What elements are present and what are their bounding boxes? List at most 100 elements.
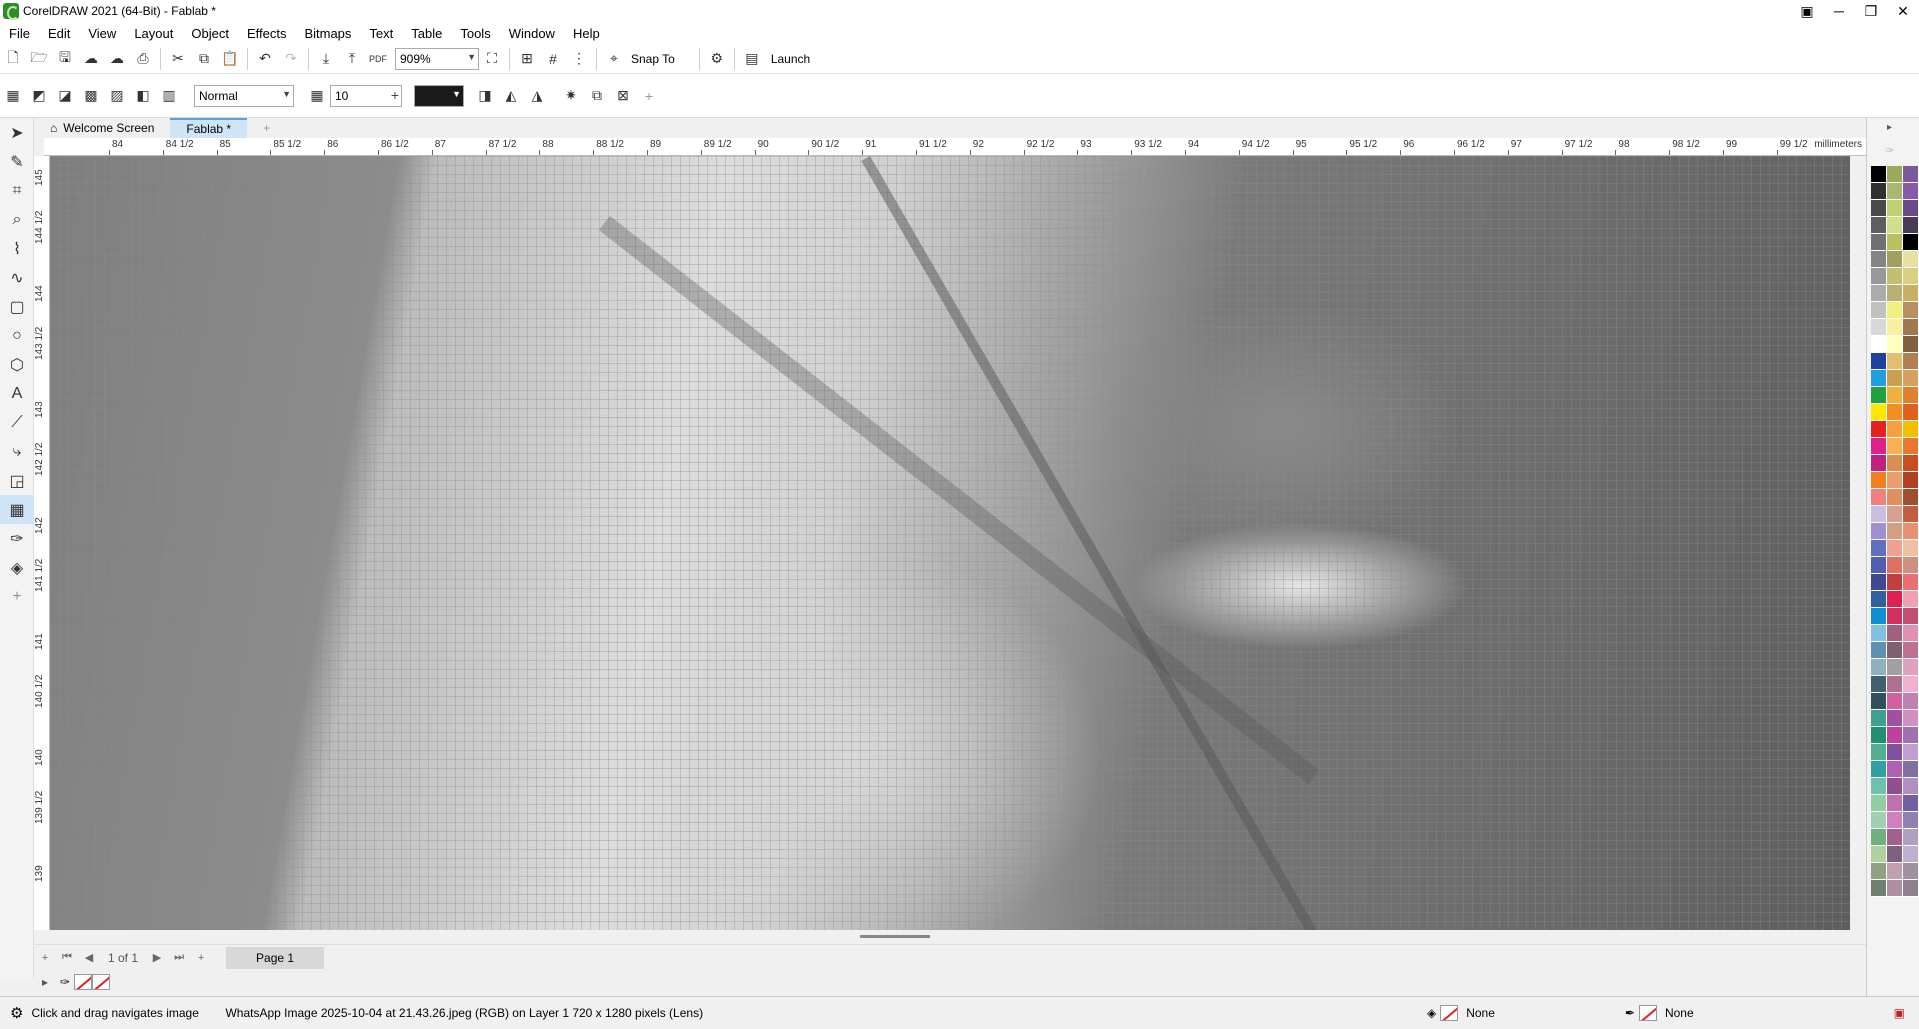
menu-bitmaps[interactable]: Bitmaps	[295, 26, 360, 41]
color-swatch[interactable]	[1903, 200, 1919, 217]
color-swatch[interactable]	[1871, 285, 1887, 302]
color-swatch[interactable]	[1887, 387, 1903, 404]
palette-eyedropper-icon[interactable]: ✑	[1885, 144, 1894, 157]
color-swatch[interactable]	[1903, 523, 1919, 540]
color-swatch[interactable]	[1887, 506, 1903, 523]
color-swatch[interactable]	[1871, 336, 1887, 353]
color-swatch[interactable]	[1903, 659, 1919, 676]
color-swatch[interactable]	[1887, 166, 1903, 183]
text-tool-icon[interactable]: A	[0, 379, 34, 408]
color-swatch[interactable]	[1887, 761, 1903, 778]
color-swatch[interactable]	[1871, 302, 1887, 319]
minimize-button[interactable]: ─	[1823, 0, 1855, 22]
new-document-icon[interactable]: 🗋	[0, 47, 26, 71]
color-swatch[interactable]	[1871, 829, 1887, 846]
color-swatch[interactable]	[1887, 251, 1903, 268]
color-swatch[interactable]	[1903, 353, 1919, 370]
color-swatch[interactable]	[1887, 676, 1903, 693]
color-swatch[interactable]	[1887, 659, 1903, 676]
color-swatch[interactable]	[1887, 744, 1903, 761]
color-swatch[interactable]	[1903, 744, 1919, 761]
color-swatch[interactable]	[1871, 540, 1887, 557]
color-swatch[interactable]	[1903, 880, 1919, 897]
color-swatch[interactable]	[1871, 506, 1887, 523]
color-swatch[interactable]	[1903, 234, 1919, 251]
color-swatch[interactable]	[1871, 200, 1887, 217]
color-swatch[interactable]	[1871, 625, 1887, 642]
color-swatch[interactable]	[1887, 489, 1903, 506]
menu-help[interactable]: Help	[564, 26, 609, 41]
color-swatch[interactable]	[1887, 625, 1903, 642]
color-swatch[interactable]	[1903, 251, 1919, 268]
color-swatch[interactable]	[1903, 608, 1919, 625]
color-swatch[interactable]	[1871, 557, 1887, 574]
fill-none-swatch[interactable]	[1440, 1005, 1459, 1021]
color-swatch[interactable]	[1903, 455, 1919, 472]
eyedropper-tool-icon[interactable]: ✑	[0, 524, 34, 553]
color-swatch[interactable]	[1887, 455, 1903, 472]
color-swatch[interactable]	[1887, 574, 1903, 591]
color-swatch[interactable]	[1903, 829, 1919, 846]
no-color-swatch[interactable]	[74, 974, 93, 990]
palette-options-icon[interactable]: ▸	[1887, 122, 1892, 133]
color-swatch[interactable]	[1871, 455, 1887, 472]
rulers-icon[interactable]: ⊞	[514, 47, 540, 71]
color-swatch[interactable]	[1903, 336, 1919, 353]
color-swatch[interactable]	[1903, 710, 1919, 727]
color-swatch[interactable]	[1887, 183, 1903, 200]
menu-layout[interactable]: Layout	[125, 26, 182, 41]
color-swatch[interactable]	[1903, 506, 1919, 523]
color-swatch[interactable]	[1903, 183, 1919, 200]
color-swatch[interactable]	[1903, 727, 1919, 744]
color-swatch[interactable]	[1903, 268, 1919, 285]
color-swatch[interactable]	[1871, 268, 1887, 285]
print-icon[interactable]: ⎙	[130, 47, 156, 71]
transparency-texture-icon[interactable]: ▥	[156, 84, 182, 108]
add-page-end-button[interactable]: +	[190, 952, 212, 964]
eyedropper-icon[interactable]: ✑	[56, 975, 74, 989]
horizontal-scrollbar[interactable]	[34, 930, 1866, 944]
color-swatch[interactable]	[1871, 523, 1887, 540]
color-swatch[interactable]	[1887, 353, 1903, 370]
color-swatch[interactable]	[1887, 693, 1903, 710]
color-swatch[interactable]	[1887, 727, 1903, 744]
color-swatch[interactable]	[1903, 642, 1919, 659]
color-swatch[interactable]	[1903, 472, 1919, 489]
horizontal-ruler[interactable]: 84 84 1/2 85 85 1/2 86 86 1/2 87 87 1/2 88 88 1/2…	[44, 138, 1866, 156]
new-tab-button[interactable]: +	[247, 118, 286, 138]
polygon-tool-icon[interactable]: ⬡	[0, 350, 34, 379]
shape-tool-icon[interactable]: ✎	[0, 147, 34, 176]
color-swatch[interactable]	[1887, 608, 1903, 625]
color-swatch[interactable]	[1871, 880, 1887, 897]
menu-view[interactable]: View	[79, 26, 125, 41]
save-icon[interactable]: 🖫	[52, 47, 78, 71]
color-swatch[interactable]	[1871, 574, 1887, 591]
menu-table[interactable]: Table	[402, 26, 451, 41]
document-canvas[interactable]	[50, 156, 1850, 930]
redo-icon[interactable]: ↷	[278, 47, 304, 71]
color-swatch[interactable]	[1871, 421, 1887, 438]
color-swatch[interactable]	[1871, 710, 1887, 727]
interactive-fill-icon[interactable]: ◈	[0, 553, 34, 582]
add-tool-icon[interactable]: +	[0, 582, 34, 611]
color-swatch[interactable]	[1871, 693, 1887, 710]
color-swatch[interactable]	[1903, 438, 1919, 455]
menu-edit[interactable]: Edit	[39, 26, 79, 41]
color-swatch[interactable]	[1871, 642, 1887, 659]
page-1-tab[interactable]: Page 1	[226, 946, 325, 969]
transparency-bitmap-pattern-icon[interactable]: ▨	[104, 84, 130, 108]
color-swatch[interactable]	[1903, 421, 1919, 438]
color-swatch[interactable]	[1871, 863, 1887, 880]
close-button[interactable]: ✕	[1887, 0, 1919, 22]
color-swatch[interactable]	[1871, 319, 1887, 336]
connector-tool-icon[interactable]: ⤷	[0, 437, 34, 466]
transparency-amount-input[interactable]: 10 +	[330, 84, 402, 107]
color-swatch[interactable]	[1887, 557, 1903, 574]
export-icon[interactable]: ⤒	[339, 47, 365, 71]
menu-text[interactable]: Text	[360, 26, 402, 41]
color-swatch[interactable]	[1887, 846, 1903, 863]
flip-icon[interactable]: ◭	[498, 84, 524, 108]
color-swatch[interactable]	[1887, 540, 1903, 557]
color-swatch[interactable]	[1871, 676, 1887, 693]
color-swatch[interactable]	[1871, 472, 1887, 489]
